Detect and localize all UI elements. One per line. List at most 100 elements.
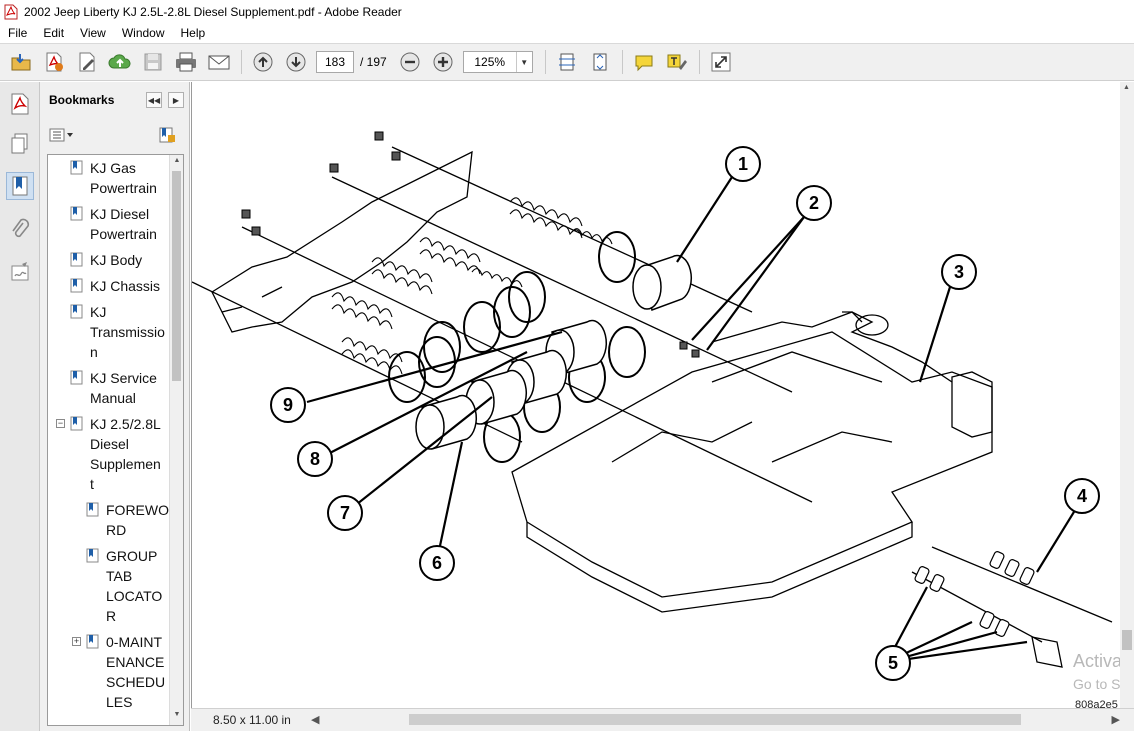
bookmark-item[interactable]: KJ Diesel Powertrain [70,204,157,244]
create-pdf-icon [46,52,63,72]
bookmark-label: GROUP TAB LOCATO R [106,548,163,624]
expand-toggle[interactable]: + [72,637,81,646]
next-page-button[interactable] [283,49,309,75]
minus-circle-icon [400,52,420,72]
edit-pdf-button[interactable] [74,49,100,75]
scrollbar-thumb[interactable] [172,171,181,381]
zoom-value: 125% [474,55,506,69]
options-menu-button[interactable] [49,128,75,145]
bookmark-icon [70,416,83,431]
document-panel-button[interactable] [6,90,34,118]
fit-width-icon [558,53,575,71]
chevron-down-icon[interactable]: ▼ [515,52,532,72]
bookmarks-scrollbar[interactable]: ▲ ▼ [169,155,183,725]
bookmark-icon [70,206,83,221]
signature-pen-icon [11,262,29,281]
menu-help[interactable]: Help [173,24,214,43]
bookmark-item[interactable]: KJ Gas Powertrain [70,158,157,198]
menu-window[interactable]: Window [114,24,173,43]
bookmark-icon [86,634,99,649]
toolbar-separator [544,50,546,74]
upload-button[interactable] [107,49,133,75]
bookmark-item[interactable]: GROUP TAB LOCATO R [86,546,163,626]
signatures-panel-button[interactable] [6,258,34,286]
scrollbar-thumb[interactable] [1122,630,1132,650]
previous-page-button[interactable] [250,49,276,75]
scroll-down-icon[interactable]: ▼ [172,711,182,723]
callout-3: 3 [954,262,964,282]
full-screen-button[interactable] [708,49,734,75]
open-file-button[interactable] [8,49,34,75]
bookmark-item[interactable]: FOREWO RD [86,500,169,540]
bookmark-label: 0-MAINT ENANCE SCHEDU LES [106,634,166,710]
scroll-up-icon[interactable]: ▲ [1123,84,1130,91]
fit-width-button[interactable] [554,49,580,75]
bookmark-icon [70,370,83,385]
highlight-button[interactable] [664,49,690,75]
printer-icon [176,52,196,72]
fit-page-button[interactable] [587,49,613,75]
zoom-in-button[interactable] [430,49,456,75]
bookmark-icon [70,304,83,319]
bookmark-item[interactable]: KJ Service Manual [70,368,157,408]
email-button[interactable] [206,49,232,75]
menu-file[interactable]: File [0,24,35,43]
callout-7: 7 [340,503,350,523]
attachments-panel-button[interactable] [6,216,34,244]
new-bookmark-button[interactable] [158,126,176,147]
menu-view[interactable]: View [72,24,114,43]
print-button[interactable] [173,49,199,75]
create-pdf-button[interactable] [41,49,67,75]
toolbar-separator [698,50,700,74]
save-button[interactable] [140,49,166,75]
bookmark-item[interactable]: KJ Chassis [70,276,161,296]
highlight-text-icon [667,54,687,70]
collapse-panel-button[interactable]: ◀◀ [146,92,162,108]
arrow-up-circle-icon [253,52,273,72]
callout-6: 6 [432,553,442,573]
bookmark-icon [86,548,99,563]
callout-1: 1 [738,154,748,174]
bookmark-icon [70,278,83,293]
bookmark-label: KJ Chassis [90,278,161,294]
bookmark-item-supplement[interactable]: KJ 2.5/2.8L Diesel Supplemen t [70,414,161,494]
options-list-icon [49,128,73,142]
comment-button[interactable] [631,49,657,75]
collapse-toggle[interactable]: − [56,419,65,428]
hide-panel-button[interactable]: ▶ [168,92,184,108]
document-vertical-scrollbar[interactable]: ▲ [1120,82,1134,708]
pdf-document-icon [11,93,29,115]
scroll-left-icon[interactable]: ◀ [311,713,319,726]
menu-bar: File Edit View Window Help [0,24,1134,43]
bookmarks-panel: Bookmarks ◀◀ ▶ KJ Gas Powertrain KJ Dies… [40,82,190,731]
title-bar: 2002 Jeep Liberty KJ 2.5L-2.8L Diesel Su… [0,0,1134,24]
bookmark-item[interactable]: KJ Body [70,250,143,270]
scroll-up-icon[interactable]: ▲ [172,157,182,169]
zoom-out-button[interactable] [397,49,423,75]
bookmark-item[interactable]: KJ Transmissio n [70,302,165,362]
valve-body-exploded-diagram: 1 2 3 4 5 6 7 8 9 [192,131,1113,681]
menu-edit[interactable]: Edit [35,24,72,43]
save-disk-icon [144,53,162,71]
callout-5: 5 [888,653,898,673]
page-size-label: 8.50 x 11.00 in [213,713,291,727]
envelope-icon [208,55,230,70]
zoom-select[interactable]: 125% ▼ [462,51,533,73]
bookmarks-toolbar [40,122,190,150]
toolbar-separator [241,50,242,74]
scroll-right-icon[interactable]: ▶ [1112,713,1120,726]
document-view[interactable]: 1 2 3 4 5 6 7 8 9 Activat Go to Set 808a… [191,82,1134,708]
bookmark-item[interactable]: 0-MAINT ENANCE SCHEDU LES [86,632,166,712]
bookmark-icon [70,160,83,175]
bookmarks-header: Bookmarks ◀◀ ▶ [40,82,190,118]
page-total-label: / 197 [360,55,387,69]
page-thumbnails-button[interactable] [6,130,34,158]
callout-9: 9 [283,395,293,415]
bookmark-label: FOREWO RD [106,502,169,538]
plus-circle-icon [433,52,453,72]
page-number-input[interactable]: 183 [316,51,354,73]
bookmark-label: KJ Transmissio n [90,304,165,360]
bookmarks-panel-button[interactable] [6,172,34,200]
horizontal-scrollbar-thumb[interactable] [409,714,1021,725]
bookmark-label: KJ Body [90,252,143,268]
